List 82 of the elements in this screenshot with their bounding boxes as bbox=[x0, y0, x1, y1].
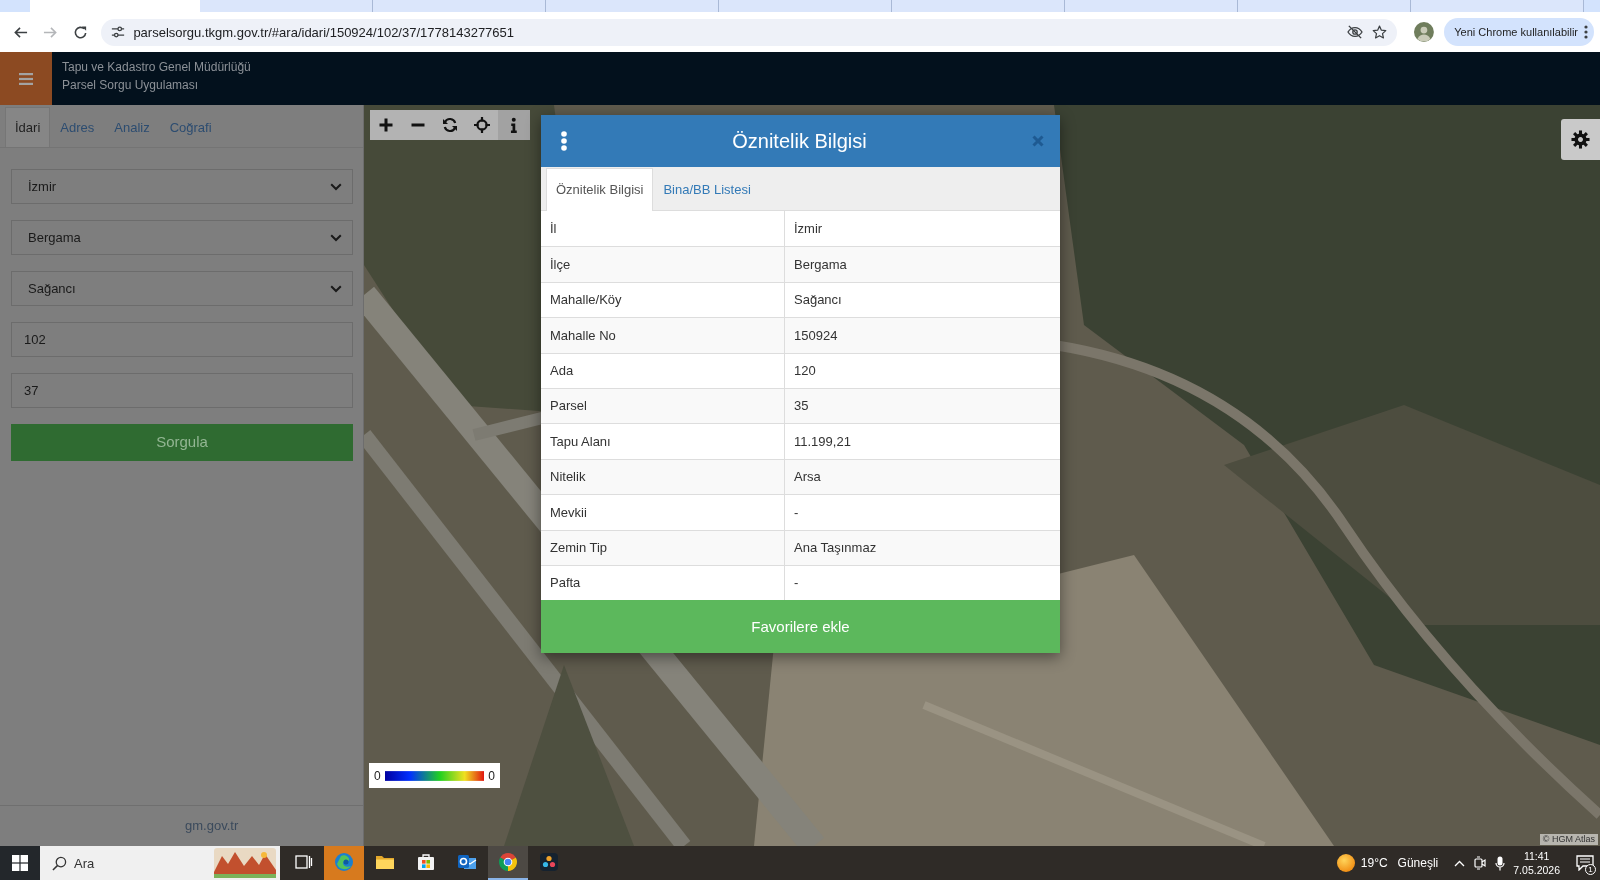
kebab-menu-icon bbox=[1584, 25, 1588, 39]
shopping-bag-icon bbox=[416, 852, 436, 872]
attribute-label: İlçe bbox=[541, 247, 785, 282]
query-button[interactable]: Sorgula bbox=[11, 424, 353, 461]
attribute-label: Zemin Tip bbox=[541, 530, 785, 565]
attribute-value: İzmir bbox=[793, 219, 824, 238]
attribute-value: 150924 bbox=[793, 326, 839, 345]
sidebar-tab[interactable]: Coğrafi bbox=[159, 107, 222, 147]
menu-button[interactable] bbox=[0, 52, 52, 105]
taskbar-button[interactable] bbox=[488, 846, 528, 880]
task-view-icon bbox=[293, 852, 313, 872]
update-chrome-button[interactable]: Yeni Chrome kullanılabilir bbox=[1444, 18, 1594, 46]
browser-app-icon bbox=[498, 852, 518, 872]
attribute-value: Bergama bbox=[793, 255, 848, 274]
kebab-menu-icon[interactable] bbox=[561, 131, 567, 151]
attribute-value: Ana Taşınmaz bbox=[793, 538, 878, 557]
settings-icon bbox=[1571, 130, 1590, 149]
legend-label: 0 bbox=[488, 767, 495, 785]
microphone-icon[interactable] bbox=[1495, 855, 1506, 871]
map-tool-button[interactable] bbox=[498, 110, 530, 140]
mail-app-icon bbox=[457, 852, 477, 872]
attribute-label: Mevkii bbox=[541, 495, 785, 530]
text-input[interactable]: 37 bbox=[11, 373, 353, 408]
attribute-label: Nitelik bbox=[541, 459, 785, 495]
address-field[interactable]: parselsorgu.tkgm.gov.tr/#ara/idari/150924/102/37/1778143277651 bbox=[101, 18, 1398, 46]
user-avatar-icon[interactable] bbox=[1414, 22, 1435, 42]
attribute-label: Mahalle No bbox=[541, 318, 785, 353]
clock-time[interactable]: 11:41 bbox=[1523, 849, 1550, 863]
dialog-tab[interactable]: Bina/BB Listesi bbox=[653, 168, 761, 210]
dropdown-select[interactable]: Bergama bbox=[11, 220, 353, 255]
settings-button[interactable] bbox=[1561, 119, 1600, 160]
attribute-value: Sağancı bbox=[793, 291, 843, 310]
chevron-up-icon[interactable] bbox=[1454, 859, 1466, 867]
attribute-value: - bbox=[793, 503, 800, 522]
notification-badge: 1 bbox=[1585, 864, 1596, 875]
chevron-down-icon bbox=[330, 182, 342, 191]
three-circles-app-icon bbox=[539, 852, 559, 872]
tune-icon[interactable] bbox=[111, 25, 126, 39]
sidebar-tab[interactable]: Adres bbox=[50, 107, 105, 147]
camera-icon[interactable] bbox=[1474, 856, 1487, 870]
crosshair-icon bbox=[474, 117, 490, 133]
plus-icon bbox=[378, 117, 394, 133]
attribute-value: 11.199,21 bbox=[793, 432, 852, 451]
notification-icon[interactable] bbox=[1576, 855, 1594, 871]
footer-text: gm.gov.tr bbox=[185, 817, 239, 836]
attribute-value: Arsa bbox=[793, 468, 822, 487]
windows-logo-icon bbox=[12, 855, 28, 871]
attribute-value: 120 bbox=[793, 362, 817, 380]
chevron-down-icon bbox=[330, 233, 342, 242]
add-favorites-button[interactable]: Favorilere ekle bbox=[541, 600, 1060, 654]
attribute-label: Tapu Alanı bbox=[541, 424, 785, 459]
info-icon bbox=[509, 117, 519, 133]
temperature-text[interactable]: 19°C bbox=[1360, 854, 1388, 872]
dialog-title: Öznitelik Bilgisi bbox=[731, 129, 868, 154]
dropdown-select[interactable]: İzmir bbox=[11, 169, 353, 204]
menu-icon[interactable] bbox=[19, 72, 33, 85]
sidebar-tab[interactable]: Analiz bbox=[104, 107, 160, 147]
chevron-down-icon bbox=[330, 284, 342, 293]
clock-date[interactable]: 7.05.2026 bbox=[1513, 863, 1560, 877]
start-button[interactable] bbox=[0, 846, 40, 880]
sun-icon[interactable] bbox=[1336, 854, 1355, 872]
legend-label: 0 bbox=[374, 767, 381, 785]
landscape-illustration-icon bbox=[214, 848, 276, 878]
attribute-label: Ada bbox=[541, 353, 785, 388]
reload-icon[interactable] bbox=[73, 24, 88, 40]
arrow-left-icon[interactable] bbox=[13, 24, 29, 40]
weather-text[interactable]: Güneşli bbox=[1397, 854, 1439, 872]
app-title: Tapu ve Kadastro Genel Müdürlüğü bbox=[62, 59, 251, 76]
refresh-icon bbox=[442, 117, 458, 133]
star-icon[interactable] bbox=[1372, 24, 1388, 40]
sidebar-tab[interactable]: İdari bbox=[5, 107, 51, 147]
attribute-value: - bbox=[793, 574, 800, 593]
attribute-label: Parsel bbox=[541, 388, 785, 424]
swirl-app-icon bbox=[334, 852, 354, 872]
search-icon bbox=[52, 855, 67, 871]
dropdown-select[interactable]: Sağancı bbox=[11, 271, 353, 306]
map-attribution: © HGM Atlas bbox=[1539, 834, 1598, 845]
dialog-tab[interactable]: Öznitelik Bilgisi bbox=[546, 168, 654, 211]
eye-slash-icon[interactable] bbox=[1347, 25, 1364, 39]
app-subtitle: Parsel Sorgu Uygulaması bbox=[62, 77, 200, 94]
attribute-value: 35 bbox=[793, 397, 810, 416]
text-input[interactable]: 102 bbox=[11, 322, 353, 357]
